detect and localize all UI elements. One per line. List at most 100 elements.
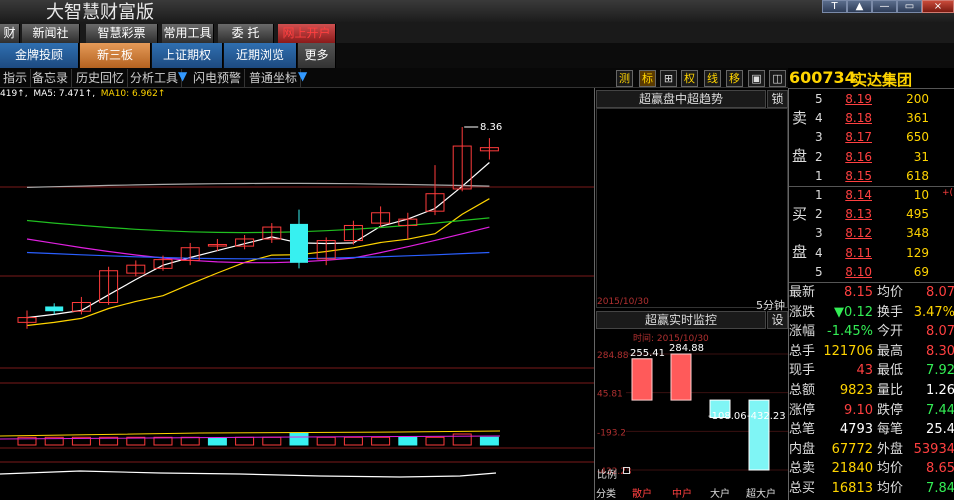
stat-label: 外盘: [877, 441, 904, 457]
monitor-axis-label: 45.81: [597, 390, 623, 400]
intraday-trend-title: 超赢盘中超趋势: [596, 90, 766, 108]
monitor-bar-label: 284.88: [669, 343, 704, 354]
panel-icon[interactable]: ◫: [769, 70, 786, 87]
stat-value: 9.10: [844, 402, 873, 418]
stat-row: 总卖 21840 均价 8.65: [789, 459, 954, 478]
rights-button[interactable]: 权: [681, 70, 698, 87]
tool-coordinate[interactable]: 普通坐标: [246, 69, 302, 87]
divider: [789, 88, 954, 89]
tool-memo[interactable]: 备忘录: [29, 69, 73, 87]
ma10-value: MA10: 6.962↑: [100, 89, 166, 99]
volume-bar: [289, 432, 309, 446]
bid-row[interactable]: 4 8.11 129: [812, 244, 954, 263]
ask-row[interactable]: 3 8.17 650: [812, 128, 954, 147]
stat-label: 量比: [877, 383, 904, 398]
volume-bar: [479, 436, 499, 446]
stat-label: 跌停: [877, 402, 904, 418]
order-price[interactable]: 8.15: [812, 167, 872, 186]
order-price[interactable]: 8.10: [812, 263, 872, 282]
ask-row[interactable]: 2 8.16 31: [812, 148, 954, 167]
ma5-value: MA5: 7.471↑: [33, 89, 93, 99]
high-annotation: 8.36: [480, 122, 502, 133]
order-volume: 200: [906, 92, 929, 106]
stat-value: 7.84: [926, 481, 954, 496]
volume-bar: [316, 436, 336, 446]
tab-recent[interactable]: 近期浏览: [224, 43, 297, 68]
stat-label: 涨跌: [789, 304, 816, 320]
order-price[interactable]: 8.12: [812, 224, 872, 243]
stat-value: 16813: [831, 481, 873, 496]
bid-row[interactable]: 5 8.10 69: [812, 263, 954, 282]
menu-open-account[interactable]: 网上开户: [278, 24, 336, 43]
indicator-line: 419↑, MA5: 7.471↑, MA10: 6.962↑: [0, 89, 166, 99]
candle: [290, 209, 308, 269]
bid-row[interactable]: 1 8.14 10: [812, 186, 954, 205]
monitor-bar: [631, 358, 653, 401]
restore-button[interactable]: ▭: [897, 0, 922, 13]
window-icon[interactable]: ▣: [748, 70, 765, 87]
measure-button[interactable]: 测: [616, 70, 633, 87]
stat-label: 总额: [789, 383, 816, 398]
title-bar: 大智慧财富版 T ▲ — ▭ ×: [0, 0, 954, 23]
ratio-label: 比例: [597, 470, 617, 481]
stat-label: 今开: [877, 324, 904, 340]
bid-row[interactable]: 3 8.12 348: [812, 224, 954, 243]
lock-button[interactable]: 锁: [767, 90, 788, 108]
order-price[interactable]: 8.14: [812, 186, 872, 205]
grid-icon[interactable]: ⊞: [660, 70, 677, 87]
candle-body: [45, 306, 64, 312]
tool-analysis[interactable]: 分析工具: [127, 69, 183, 87]
bid-row[interactable]: 2 8.13 495: [812, 205, 954, 224]
tool-indicator[interactable]: 指示: [0, 69, 32, 87]
order-price[interactable]: 8.17: [812, 128, 872, 147]
menu-tools[interactable]: 常用工具: [162, 24, 214, 43]
stat-label: 换手: [877, 304, 904, 320]
tab-gold-advisor[interactable]: 金牌投顾: [0, 43, 79, 68]
order-price[interactable]: 8.18: [812, 109, 872, 128]
monitor-settings-button[interactable]: 设: [767, 311, 788, 329]
order-price[interactable]: 8.11: [812, 244, 872, 263]
menu-entrust[interactable]: 委 托: [218, 24, 274, 43]
order-price[interactable]: 8.19: [812, 90, 872, 109]
move-button[interactable]: 移: [726, 70, 743, 87]
category-medium: 中户: [672, 489, 692, 500]
stat-row: 内盘 67772 外盘 53934: [789, 440, 954, 459]
buy-label-top: 买: [792, 205, 808, 223]
stat-label: 总手: [789, 343, 816, 359]
tab-more[interactable]: 更多: [298, 43, 336, 68]
bid-change-mark: +(: [942, 188, 954, 198]
ask-row[interactable]: 5 8.19 200: [812, 90, 954, 109]
theme-button[interactable]: T: [822, 0, 847, 13]
order-volume: 348: [906, 226, 929, 241]
ma-fast-value: 419↑: [0, 89, 25, 99]
tool-flash-alert[interactable]: 闪电预警: [190, 69, 246, 87]
order-price[interactable]: 8.16: [812, 148, 872, 167]
ratio-checkbox[interactable]: [623, 467, 630, 474]
stat-label: 每笔: [877, 422, 904, 438]
menu-lottery[interactable]: 智慧彩票: [86, 24, 158, 43]
close-button[interactable]: ×: [922, 0, 954, 13]
coordinate-dropdown-icon[interactable]: ▼: [298, 69, 307, 83]
volume-bar: [425, 436, 445, 446]
ask-row[interactable]: 4 8.18 361: [812, 109, 954, 128]
tab-new-third-board[interactable]: 新三板: [80, 43, 151, 68]
stat-label: 总卖: [789, 461, 816, 477]
mark-button[interactable]: 标: [639, 70, 656, 87]
order-volume: 495: [906, 207, 929, 222]
menu-news[interactable]: 新闻社: [22, 24, 80, 43]
analysis-dropdown-icon[interactable]: ▼: [178, 69, 187, 83]
upload-button[interactable]: ▲: [847, 0, 872, 13]
stat-row: 最新 8.15 均价 8.07: [789, 283, 954, 302]
buy-label-bottom: 盘: [792, 243, 808, 261]
line-button[interactable]: 线: [704, 70, 721, 87]
ask-row[interactable]: 1 8.15 618: [812, 167, 954, 186]
tool-history[interactable]: 历史回忆: [73, 69, 129, 87]
kline-chart[interactable]: 8.36: [0, 100, 594, 500]
candle: [452, 127, 472, 192]
stat-label: 最高: [877, 343, 904, 359]
tab-sse-options[interactable]: 上证期权: [152, 43, 223, 68]
menu-finance[interactable]: 财: [0, 24, 20, 43]
order-volume: 31: [913, 149, 929, 164]
order-price[interactable]: 8.13: [812, 205, 872, 224]
minimize-button[interactable]: —: [872, 0, 897, 13]
